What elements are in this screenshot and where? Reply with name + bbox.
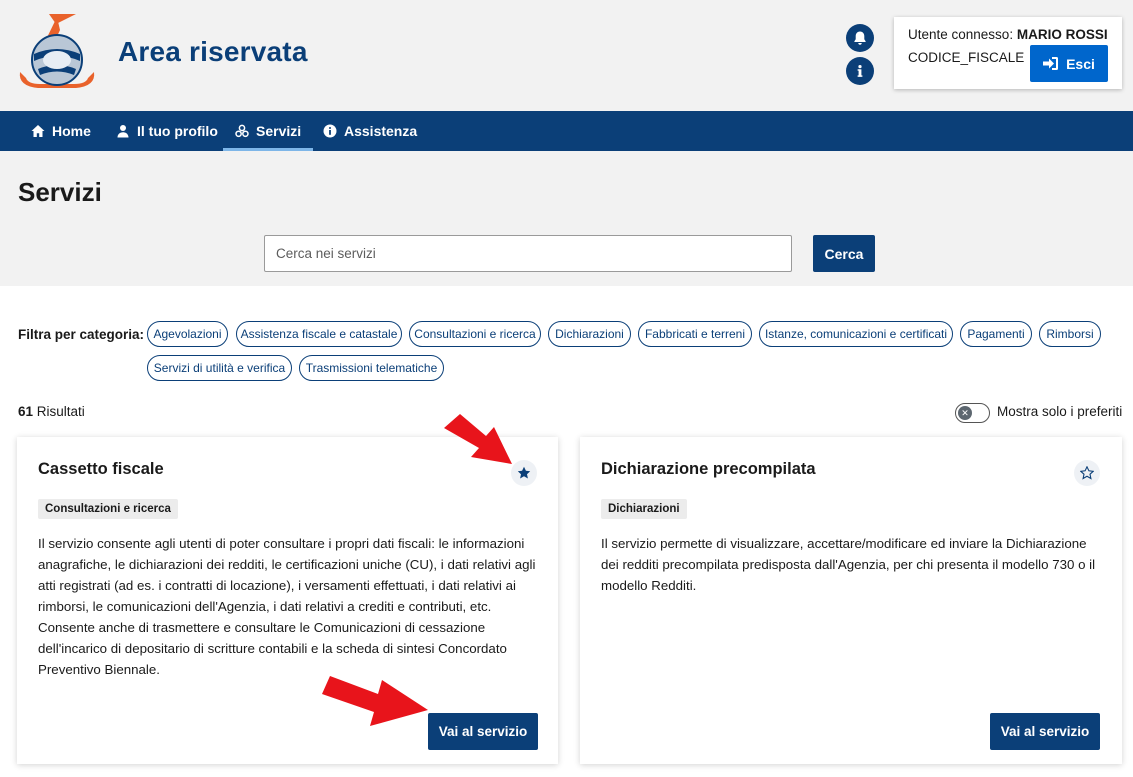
toggle-off-icon: ✕	[958, 406, 972, 420]
main-navbar: Home Il tuo profilo Servizi Assistenza	[0, 111, 1133, 151]
results-count: 61 Risultati	[18, 404, 85, 419]
nav-item-assistance[interactable]: Assistenza	[323, 111, 417, 151]
favorite-star-outline-icon[interactable]	[1074, 460, 1100, 486]
app-title: Area riservata	[118, 36, 308, 67]
filter-label: Filtra per categoria:	[18, 327, 145, 342]
agenzia-entrate-logo[interactable]	[16, 14, 98, 90]
go-to-service-button[interactable]: Vai al servizio	[428, 713, 538, 750]
results-number: 61	[18, 404, 34, 419]
search-section: Servizi Cerca	[0, 151, 1133, 286]
user-prefix: Utente connesso:	[908, 27, 1014, 42]
filter-chip[interactable]: Agevolazioni	[147, 321, 228, 347]
service-card: Dichiarazione precompilata Dichiarazioni…	[580, 437, 1122, 764]
user-name: MARIO ROSSI	[1016, 27, 1108, 42]
filter-chip[interactable]: Assistenza fiscale e catastale	[236, 321, 402, 347]
go-to-service-button[interactable]: Vai al servizio	[990, 713, 1100, 750]
search-button[interactable]: Cerca	[813, 235, 875, 272]
filter-chip[interactable]: Consultazioni e ricerca	[409, 321, 541, 347]
card-title: Dichiarazione precompilata	[601, 460, 816, 478]
user-panel: Utente connesso: MARIO ROSSI CODICE_FISC…	[894, 17, 1122, 89]
filter-chip[interactable]: Trasmissioni telematiche	[299, 355, 444, 381]
filter-chip[interactable]: Pagamenti	[960, 321, 1032, 347]
page-title: Servizi	[18, 177, 102, 207]
card-title: Cassetto fiscale	[38, 460, 164, 478]
logout-button[interactable]: Esci	[1030, 45, 1108, 82]
filter-chip[interactable]: Dichiarazioni	[548, 321, 631, 347]
category-tag: Consultazioni e ricerca	[38, 499, 178, 519]
favorites-toggle[interactable]: ✕	[955, 403, 990, 423]
results-label: Risultati	[36, 404, 85, 419]
service-card: Cassetto fiscale Consultazioni e ricerca…	[17, 437, 558, 764]
favorite-star-filled-icon[interactable]	[511, 460, 537, 486]
header: Area riservata Utente connesso: MARIO RO…	[0, 0, 1133, 111]
logout-icon	[1043, 57, 1059, 70]
nav-item-label: Il tuo profilo	[137, 123, 218, 139]
user-icon	[117, 125, 129, 138]
nav-item-label: Assistenza	[344, 123, 418, 139]
home-icon	[31, 125, 45, 137]
card-description: Il servizio consente agli utenti di pote…	[38, 536, 536, 677]
category-tag: Dichiarazioni	[601, 499, 687, 519]
notifications-bell-icon[interactable]	[846, 24, 874, 52]
favorites-toggle-label: Mostra solo i preferiti	[997, 404, 1123, 419]
search-input[interactable]	[264, 235, 792, 272]
filter-chip[interactable]: Fabbricati e terreni	[638, 321, 752, 347]
logout-label: Esci	[1066, 55, 1095, 72]
info-icon	[323, 124, 337, 138]
filter-chip[interactable]: Rimborsi	[1039, 321, 1101, 347]
services-icon	[235, 124, 249, 138]
nav-item-label: Servizi	[256, 123, 302, 139]
codice-fiscale: CODICE_FISCALE	[908, 50, 1025, 65]
user-connected-label: Utente connesso: MARIO ROSSI	[908, 27, 1108, 42]
nav-item-profile[interactable]: Il tuo profilo	[116, 111, 218, 151]
card-description: Il servizio permette di visualizzare, ac…	[601, 536, 1096, 593]
nav-item-home[interactable]: Home	[31, 111, 91, 151]
info-icon[interactable]	[846, 57, 874, 85]
nav-item-label: Home	[52, 123, 91, 139]
nav-item-services[interactable]: Servizi	[222, 111, 314, 151]
filter-chip[interactable]: Istanze, comunicazioni e certificati	[759, 321, 953, 347]
filter-chip[interactable]: Servizi di utilità e verifica	[147, 355, 292, 381]
